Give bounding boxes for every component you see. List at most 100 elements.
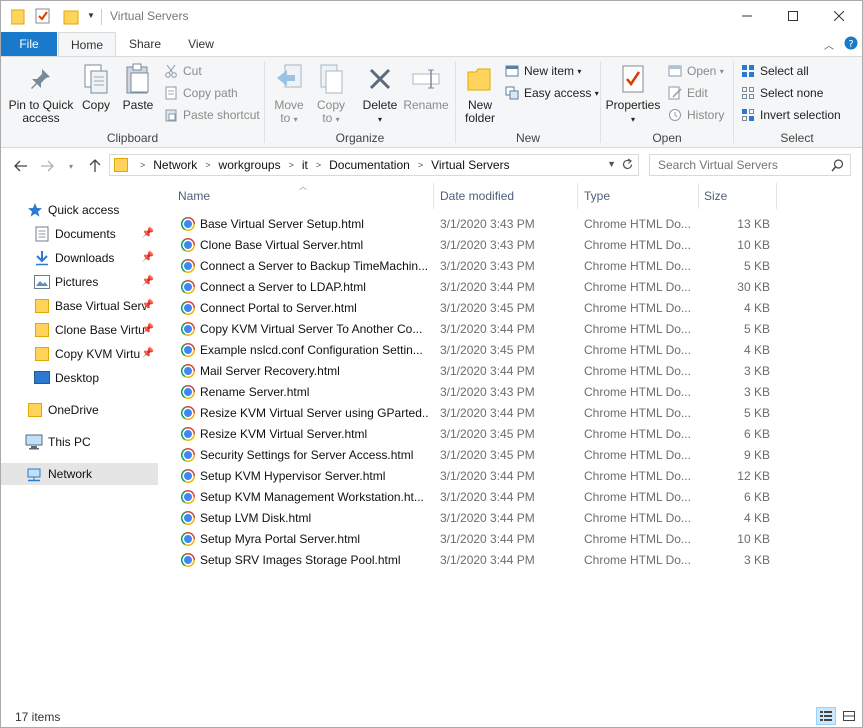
crumb-chevron-icon[interactable]: > <box>199 160 216 170</box>
file-row[interactable]: Rename Server.html 3/1/2020 3:43 PM Chrome… <box>177 382 777 403</box>
easy-access-button[interactable]: Easy access ▾ <box>504 83 599 103</box>
select-none-button[interactable]: Select none <box>740 83 823 103</box>
select-all-button[interactable]: Select all <box>740 61 809 81</box>
invert-selection-button[interactable]: Invert selection <box>740 105 841 125</box>
tab-file[interactable]: File <box>1 32 57 56</box>
delete-button[interactable]: Delete ▾ <box>361 61 399 126</box>
file-row[interactable]: Connect a Server to LDAP.html 3/1/2020 3:… <box>177 277 777 298</box>
pin-icon[interactable]: 📌 <box>142 276 154 287</box>
crumb-chevron-icon[interactable]: > <box>310 160 327 170</box>
file-row[interactable]: Mail Server Recovery.html 3/1/2020 3:44 P… <box>177 361 777 382</box>
file-row[interactable]: Setup SRV Images Storage Pool.html 3/1/20… <box>177 550 777 571</box>
open-button[interactable]: Open ▾ <box>667 61 724 81</box>
search-box[interactable] <box>649 154 851 176</box>
breadcrumb-documentation[interactable]: Documentation <box>327 158 412 172</box>
file-name: Setup SRV Images Storage Pool.html <box>200 553 401 567</box>
new-folder-quick-icon[interactable] <box>63 9 79 28</box>
copy-to-button[interactable]: Copy to ▾ <box>313 61 349 126</box>
nav-desktop[interactable]: Desktop <box>1 367 158 389</box>
tab-view[interactable]: View <box>177 32 225 56</box>
pin-icon[interactable]: 📌 <box>142 252 154 263</box>
paste-shortcut-button[interactable]: Paste shortcut <box>163 105 260 125</box>
copy-button[interactable]: Copy <box>79 61 113 112</box>
pin-icon[interactable]: 📌 <box>142 300 154 311</box>
tab-share[interactable]: Share <box>121 32 169 56</box>
column-divider[interactable] <box>698 183 699 209</box>
breadcrumb-workgroups[interactable]: workgroups <box>217 158 283 172</box>
properties-button[interactable]: Properties ▾ <box>605 61 661 126</box>
nav-this-pc[interactable]: This PC <box>1 431 158 453</box>
breadcrumb-network[interactable]: Network <box>151 158 199 172</box>
up-button[interactable] <box>85 156 105 176</box>
search-icon[interactable] <box>831 159 844 172</box>
folder-icon[interactable] <box>10 9 25 28</box>
help-icon[interactable]: ? <box>844 36 858 53</box>
network-icon <box>25 466 43 482</box>
minimize-button[interactable] <box>724 1 770 31</box>
select-none-icon <box>740 85 756 101</box>
column-divider[interactable] <box>776 183 777 209</box>
tab-home[interactable]: Home <box>58 32 116 57</box>
move-to-button[interactable]: Move to ▾ <box>271 61 307 126</box>
pin-icon[interactable]: 📌 <box>142 348 154 359</box>
refresh-icon[interactable] <box>621 158 634 171</box>
details-view-button[interactable] <box>816 707 836 725</box>
nav-pictures[interactable]: Pictures 📌 <box>1 271 158 293</box>
cut-button[interactable]: Cut <box>163 61 202 81</box>
file-row[interactable]: Resize KVM Virtual Server using GParted.… <box>177 403 777 424</box>
column-header-type[interactable]: Type <box>584 183 698 209</box>
column-header-date[interactable]: Date modified <box>440 183 578 209</box>
rename-button[interactable]: Rename <box>403 61 449 112</box>
file-row[interactable]: Resize KVM Virtual Server.html 3/1/2020 3… <box>177 424 777 445</box>
crumb-chevron-icon[interactable]: > <box>283 160 300 170</box>
crumb-chevron-icon[interactable]: > <box>134 160 151 170</box>
nav-base-virtual-server[interactable]: Base Virtual Serv 📌 <box>1 295 158 317</box>
large-icons-view-button[interactable] <box>839 707 859 725</box>
nav-clone-base-virtual[interactable]: Clone Base Virtu 📌 <box>1 319 158 341</box>
pin-icon[interactable]: 📌 <box>142 324 154 335</box>
pin-to-quick-access-button[interactable]: Pin to Quick access <box>7 61 75 125</box>
breadcrumb-virtual-servers[interactable]: Virtual Servers <box>429 158 511 172</box>
nav-documents[interactable]: Documents 📌 <box>1 223 158 245</box>
file-row[interactable]: Connect a Server to Backup TimeMachin...… <box>177 256 777 277</box>
back-button[interactable] <box>11 156 31 176</box>
file-row[interactable]: Connect Portal to Server.html 3/1/2020 3:… <box>177 298 777 319</box>
column-divider[interactable] <box>577 183 578 209</box>
nav-quick-access[interactable]: Quick access <box>1 199 158 221</box>
paste-button[interactable]: Paste <box>119 61 157 112</box>
new-folder-button[interactable]: New folder <box>460 61 500 125</box>
close-button[interactable] <box>816 1 862 31</box>
file-row[interactable]: Setup LVM Disk.html 3/1/2020 3:44 PM Chrom… <box>177 508 777 529</box>
customize-quick-access-icon[interactable]: ▼ <box>87 11 95 20</box>
file-row[interactable]: Setup KVM Hypervisor Server.html 3/1/2020… <box>177 466 777 487</box>
pin-icon[interactable]: 📌 <box>142 228 154 239</box>
nav-downloads[interactable]: Downloads 📌 <box>1 247 158 269</box>
file-row[interactable]: Security Settings for Server Access.html… <box>177 445 777 466</box>
collapse-ribbon-icon[interactable]: ︿ <box>824 37 834 52</box>
address-dropdown-icon[interactable]: ▼ <box>607 159 616 169</box>
crumb-chevron-icon[interactable]: > <box>412 160 429 170</box>
column-header-size[interactable]: Size <box>704 183 776 209</box>
file-row[interactable]: Copy KVM Virtual Server To Another Co...… <box>177 319 777 340</box>
nav-copy-kvm-virtual[interactable]: Copy KVM Virtu 📌 <box>1 343 158 365</box>
history-button[interactable]: History <box>667 105 724 125</box>
column-header-name[interactable]: Name <box>178 183 433 209</box>
properties-check-icon[interactable] <box>35 8 51 27</box>
new-item-button[interactable]: New item ▾ <box>504 61 581 81</box>
forward-button[interactable] <box>37 156 57 176</box>
nav-network[interactable]: Network <box>1 463 158 485</box>
nav-onedrive[interactable]: OneDrive <box>1 399 158 421</box>
file-row[interactable]: Example nslcd.conf Configuration Settin.… <box>177 340 777 361</box>
maximize-button[interactable] <box>770 1 816 31</box>
recent-locations-button[interactable]: ▾ <box>61 156 81 176</box>
copy-path-button[interactable]: Copy path <box>163 83 238 103</box>
address-bar[interactable]: > Network > workgroups > it > Documentat… <box>109 154 639 176</box>
column-divider[interactable] <box>433 183 434 209</box>
file-row[interactable]: Setup Myra Portal Server.html 3/1/2020 3:… <box>177 529 777 550</box>
edit-button[interactable]: Edit <box>667 83 708 103</box>
breadcrumb-it[interactable]: it <box>300 158 310 172</box>
file-row[interactable]: Setup KVM Management Workstation.ht... 3/… <box>177 487 777 508</box>
search-input[interactable] <box>658 158 828 172</box>
file-row[interactable]: Base Virtual Server Setup.html 3/1/2020 3… <box>177 214 777 235</box>
file-row[interactable]: Clone Base Virtual Server.html 3/1/2020 3… <box>177 235 777 256</box>
